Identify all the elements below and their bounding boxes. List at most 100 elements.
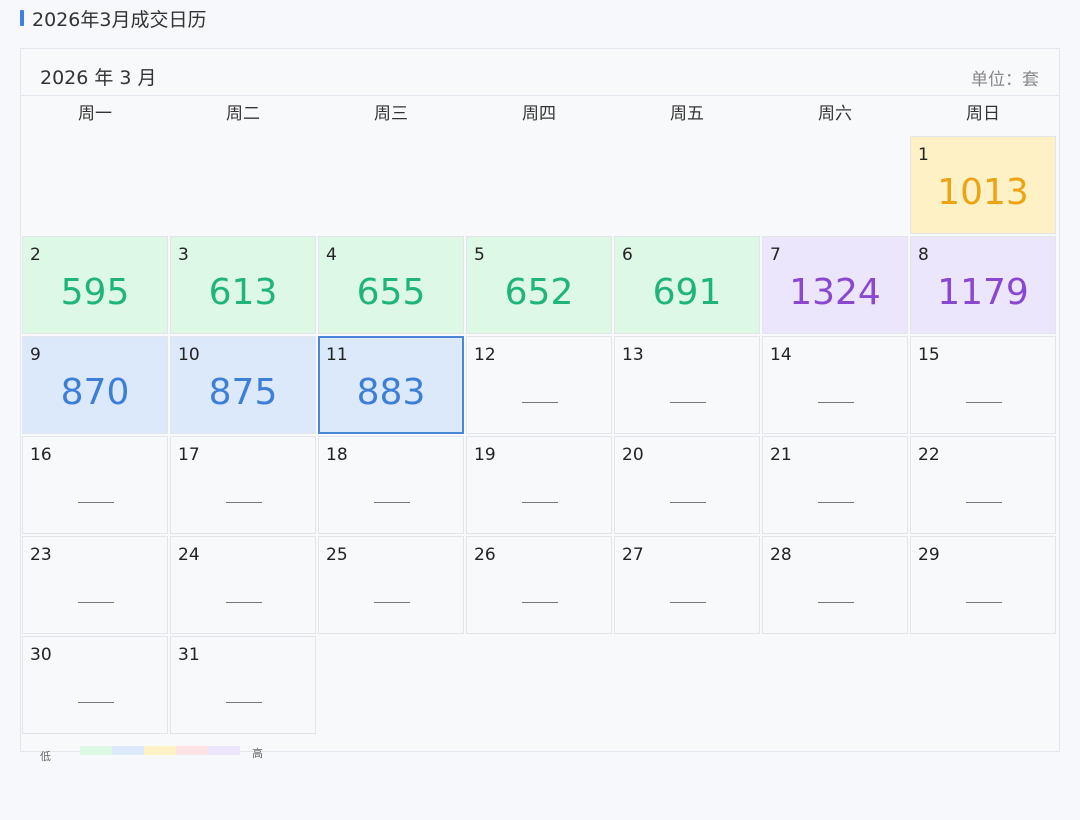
day-cell-1[interactable]: 1 1013: [910, 136, 1056, 234]
day-cell-10[interactable]: 10 875: [170, 336, 316, 434]
day-cell-9[interactable]: 9 870: [22, 336, 168, 434]
empty-value-dash: [818, 602, 854, 603]
day-number: 12: [474, 345, 496, 365]
day-value: 691: [652, 272, 722, 313]
day-cell-24[interactable]: 24: [170, 536, 316, 634]
day-cell-31[interactable]: 31: [170, 636, 316, 734]
day-cell-29[interactable]: 29: [910, 536, 1056, 634]
day-cell-21[interactable]: 21: [762, 436, 908, 534]
empty-value-dash: [818, 502, 854, 503]
empty-value-dash: [226, 602, 262, 603]
empty-value-dash: [522, 602, 558, 603]
legend-low-label: 低: [40, 750, 51, 763]
legend-color-bar: [80, 746, 240, 755]
legend-swatch-2: [112, 746, 144, 755]
day-number: 28: [770, 545, 792, 565]
day-number: 11: [326, 345, 348, 365]
weekday-header-row: 周一 周二 周三 周四 周五 周六 周日: [21, 96, 1057, 136]
day-number: 30: [30, 645, 52, 665]
empty-value-dash: [374, 502, 410, 503]
empty-value-dash: [966, 602, 1002, 603]
day-cell-15[interactable]: 15: [910, 336, 1056, 434]
day-number: 13: [622, 345, 644, 365]
day-number: 27: [622, 545, 644, 565]
empty-value-dash: [670, 502, 706, 503]
title-accent-bar: [20, 10, 24, 26]
day-cell-22[interactable]: 22: [910, 436, 1056, 534]
day-number: 4: [326, 245, 337, 265]
day-value: 875: [208, 372, 278, 413]
legend-swatch-5: [208, 746, 240, 755]
empty-value-dash: [226, 702, 262, 703]
day-cell-26[interactable]: 26: [466, 536, 612, 634]
weekday-sat: 周六: [818, 104, 852, 124]
day-cell-19[interactable]: 19: [466, 436, 612, 534]
day-cell-17[interactable]: 17: [170, 436, 316, 534]
day-number: 25: [326, 545, 348, 565]
day-cell-16[interactable]: 16: [22, 436, 168, 534]
empty-value-dash: [522, 502, 558, 503]
day-value: 613: [208, 272, 278, 313]
legend-swatch-3: [144, 746, 176, 755]
weekday-tue: 周二: [226, 104, 260, 124]
day-cell-4[interactable]: 4 655: [318, 236, 464, 334]
weekday-sun: 周日: [966, 104, 1000, 124]
day-number: 22: [918, 445, 940, 465]
day-value: 883: [356, 372, 426, 413]
day-cell-27[interactable]: 27: [614, 536, 760, 634]
day-cell-30[interactable]: 30: [22, 636, 168, 734]
day-cell-12[interactable]: 12: [466, 336, 612, 434]
day-value: 595: [60, 272, 130, 313]
day-number: 18: [326, 445, 348, 465]
empty-value-dash: [78, 502, 114, 503]
day-cell-28[interactable]: 28: [762, 536, 908, 634]
day-value: 655: [356, 272, 426, 313]
day-cell-3[interactable]: 3 613: [170, 236, 316, 334]
day-value: 1179: [937, 272, 1029, 313]
day-value: 1013: [937, 172, 1029, 213]
color-legend: 低 高: [40, 744, 280, 764]
empty-value-dash: [966, 402, 1002, 403]
day-number: 31: [178, 645, 200, 665]
day-cell-13[interactable]: 13: [614, 336, 760, 434]
day-number: 23: [30, 545, 52, 565]
day-cell-20[interactable]: 20: [614, 436, 760, 534]
empty-value-dash: [374, 602, 410, 603]
day-cell-14[interactable]: 14: [762, 336, 908, 434]
day-number: 24: [178, 545, 200, 565]
day-cell-25[interactable]: 25: [318, 536, 464, 634]
day-cell-2[interactable]: 2 595: [22, 236, 168, 334]
day-number: 3: [178, 245, 189, 265]
day-number: 15: [918, 345, 940, 365]
empty-value-dash: [966, 502, 1002, 503]
day-cell-7[interactable]: 7 1324: [762, 236, 908, 334]
page-header: 2026年3月成交日历: [20, 6, 206, 31]
day-cell-8[interactable]: 8 1179: [910, 236, 1056, 334]
day-number: 16: [30, 445, 52, 465]
day-number: 14: [770, 345, 792, 365]
weekday-mon: 周一: [78, 104, 112, 124]
legend-swatch-4: [176, 746, 208, 755]
day-cell-11[interactable]: 11 883: [318, 336, 464, 434]
day-number: 26: [474, 545, 496, 565]
month-label: 2026 年 3 月: [40, 67, 157, 89]
day-value: 1324: [789, 272, 881, 313]
day-cell-23[interactable]: 23: [22, 536, 168, 634]
weekday-thu: 周四: [522, 104, 556, 124]
day-number: 9: [30, 345, 41, 365]
day-number: 1: [918, 145, 929, 165]
day-number: 6: [622, 245, 633, 265]
day-number: 19: [474, 445, 496, 465]
empty-value-dash: [522, 402, 558, 403]
day-cell-6[interactable]: 6 691: [614, 236, 760, 334]
day-number: 21: [770, 445, 792, 465]
day-value: 870: [60, 372, 130, 413]
calendar-panel: 2026 年 3 月 单位：套 周一 周二 周三 周四 周五 周六 周日 1 10…: [20, 48, 1060, 752]
day-cell-18[interactable]: 18: [318, 436, 464, 534]
day-number: 5: [474, 245, 485, 265]
day-number: 29: [918, 545, 940, 565]
weekday-wed: 周三: [374, 104, 408, 124]
day-number: 2: [30, 245, 41, 265]
day-cell-5[interactable]: 5 652: [466, 236, 612, 334]
calendar-header: 2026 年 3 月 单位：套: [21, 49, 1059, 96]
